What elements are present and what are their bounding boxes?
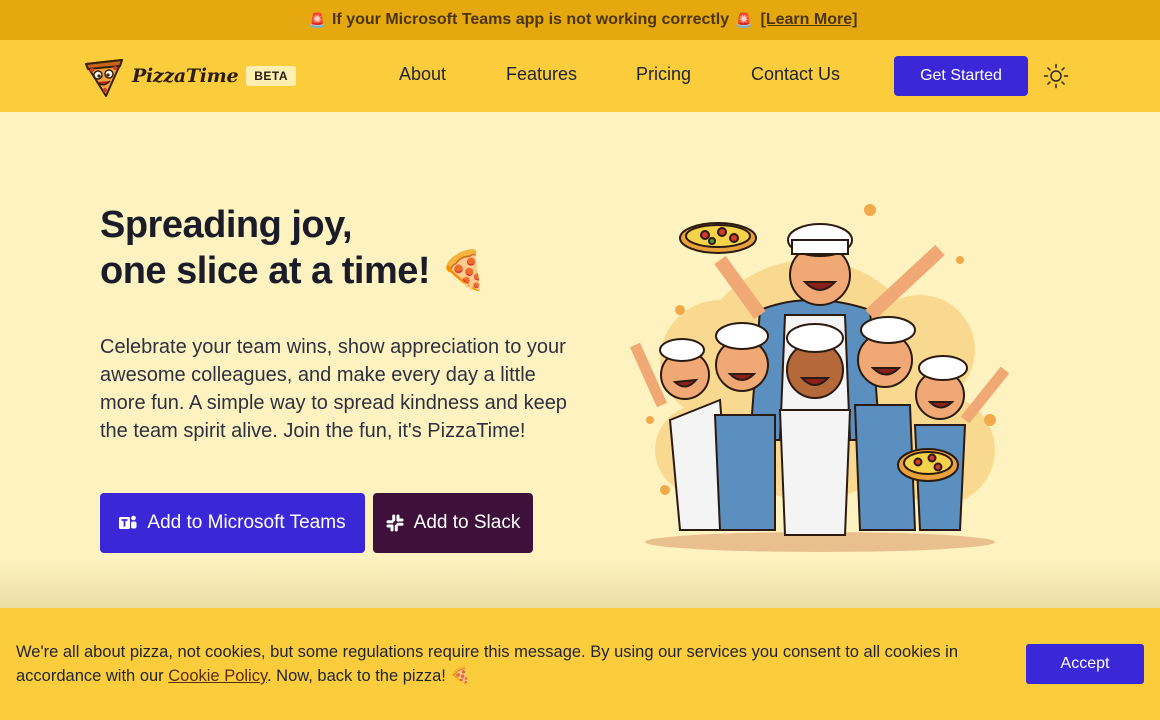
cookie-consent-bar: We're all about pizza, not cookies, but … xyxy=(0,608,1160,720)
pizza-emoji-icon: 🍕 xyxy=(440,250,487,292)
hero-title-line1: Spreading joy, xyxy=(100,204,353,246)
siren-icon: 🚨 xyxy=(308,11,326,28)
nav-link-contact-us[interactable]: Contact Us xyxy=(751,64,840,85)
announcement-message: If your Microsoft Teams app is not worki… xyxy=(331,11,730,28)
nav-link-pricing[interactable]: Pricing xyxy=(636,64,691,85)
add-to-slack-label: Add to Slack xyxy=(413,512,521,533)
learn-more-link[interactable]: [Learn More] xyxy=(761,11,858,29)
logo[interactable]: PizzaTime BETA xyxy=(82,54,297,98)
slack-icon xyxy=(386,514,404,532)
announcement-banner: 🚨 If your Microsoft Teams app is not wor… xyxy=(0,0,1160,40)
chefs-celebrating-illustration xyxy=(629,204,1010,552)
microsoft-teams-icon xyxy=(119,515,137,529)
cookie-text-before: We're all about pizza, not cookies, but … xyxy=(16,643,958,685)
logo-wordmark: PizzaTime xyxy=(132,65,239,87)
get-started-button[interactable]: Get Started xyxy=(894,56,1028,96)
accept-cookies-button[interactable]: Accept xyxy=(1026,644,1144,684)
add-to-teams-button[interactable]: Add to Microsoft Teams xyxy=(100,493,365,553)
navbar: PizzaTime BETA About Features Pricing Co… xyxy=(0,40,1160,112)
pizza-mascot-icon xyxy=(85,59,123,97)
hero-title-line2: one slice at a time! xyxy=(100,250,431,292)
nav-link-about[interactable]: About xyxy=(399,64,446,85)
sun-icon[interactable] xyxy=(1043,63,1069,89)
nav-link-features[interactable]: Features xyxy=(506,64,577,85)
cookie-policy-link[interactable]: Cookie Policy xyxy=(168,667,267,685)
cookie-bar-shadow xyxy=(0,560,1160,608)
siren-icon: 🚨 xyxy=(735,11,753,28)
cookie-text-after: . Now, back to the pizza! 🍕 xyxy=(266,667,471,685)
hero-description: Celebrate your team wins, show appreciat… xyxy=(100,336,567,442)
cookie-message: We're all about pizza, not cookies, but … xyxy=(16,640,966,688)
add-to-teams-label: Add to Microsoft Teams xyxy=(147,512,346,533)
hero-title: Spreading joy, one slice at a time! 🍕 xyxy=(100,202,487,294)
beta-badge: BETA xyxy=(246,66,297,86)
add-to-slack-button[interactable]: Add to Slack xyxy=(373,493,533,553)
